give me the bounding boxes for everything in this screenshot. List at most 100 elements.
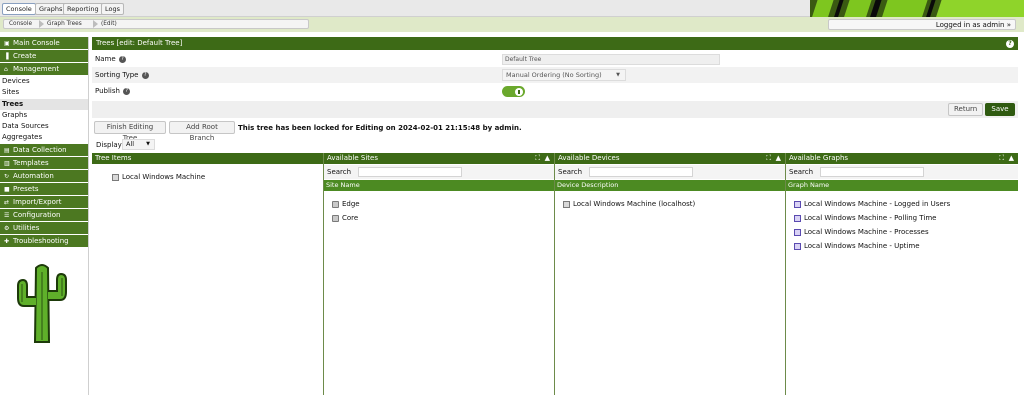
breadcrumb: Console Graph Trees (Edit)	[3, 19, 309, 29]
graphs-search-row: Search	[786, 165, 1018, 179]
sidebar-item-data-sources[interactable]: Data Sources	[0, 121, 88, 132]
expand-collapse-icons[interactable]: ⛶ ▲	[535, 153, 550, 164]
add-root-branch-button[interactable]: Add Root Branch	[169, 121, 235, 142]
graph-icon	[794, 242, 801, 250]
breadcrumb-graph-trees[interactable]: Graph Trees	[47, 21, 82, 27]
sidebar-item-trees[interactable]: Trees	[0, 98, 88, 110]
lock-message: This tree has been locked for Editing on…	[238, 124, 522, 132]
sidebar-section-import-export[interactable]: ⇄ Import/Export	[0, 195, 88, 209]
sidebar-section-label: Main Console	[13, 39, 60, 47]
site-icon	[332, 200, 339, 208]
site-label: Edge	[342, 200, 360, 208]
expand-collapse-icons[interactable]: ⛶ ▲	[766, 153, 781, 164]
publish-row: Publish ?	[92, 83, 1018, 99]
tab-graphs[interactable]: Graphs	[35, 3, 67, 15]
list-item[interactable]: Local Windows Machine - Processes	[786, 225, 1018, 239]
devices-list: Local Windows Machine (localhost)	[555, 197, 785, 211]
sidebar-section-label: Presets	[13, 184, 39, 193]
available-sites-panel: Available Sites ⛶ ▲ Search Site Name Edg…	[324, 153, 555, 395]
tree-item-label: Local Windows Machine	[122, 173, 206, 181]
publish-toggle[interactable]	[502, 86, 525, 97]
medkit-icon: ✚	[4, 237, 10, 245]
sidebar-section-automation[interactable]: ↻ Automation	[0, 169, 88, 183]
sites-list: Edge Core	[324, 197, 554, 225]
gears-icon: ⚙	[4, 224, 10, 232]
sidebar-section-data-collection[interactable]: ▤ Data Collection	[0, 143, 88, 157]
sites-search-label: Search	[327, 168, 352, 176]
tree-name-input[interactable]: Default Tree	[502, 54, 720, 65]
sidebar-section-utilities[interactable]: ⚙ Utilities	[0, 221, 88, 235]
display-value: All	[126, 140, 135, 148]
tree-items-list: Local Windows Machine	[92, 170, 323, 184]
devices-search-row: Search	[555, 165, 785, 179]
tab-logs[interactable]: Logs	[101, 3, 124, 15]
transfer-icon: ⇄	[4, 198, 10, 206]
graphs-search-label: Search	[789, 168, 814, 176]
sidebar-section-create[interactable]: ▐ Create	[0, 50, 88, 63]
sidebar-section-label: Troubleshooting	[13, 236, 69, 245]
sidebar-section-templates[interactable]: ▥ Templates	[0, 156, 88, 170]
publish-label: Publish	[95, 87, 120, 95]
sidebar-section-label: Templates	[13, 158, 49, 167]
graph-icon	[794, 200, 801, 208]
breadcrumb-edit: (Edit)	[101, 21, 117, 27]
sidebar-section-label: Create	[13, 52, 37, 60]
logged-in-user[interactable]: Logged in as admin »	[828, 19, 1016, 30]
devices-search-input[interactable]	[589, 167, 693, 177]
sorting-row: Sorting Type ? Manual Ordering (No Sorti…	[92, 67, 1018, 83]
sidebar-section-management[interactable]: ⌂ Management	[0, 63, 88, 76]
question-icon[interactable]: ?	[141, 71, 149, 79]
sidebar-section-main-console[interactable]: ▣ Main Console	[0, 37, 88, 50]
graph-label: Local Windows Machine - Polling Time	[804, 214, 937, 222]
sorting-type-select[interactable]: Manual Ordering (No Sorting) ▼	[502, 69, 626, 81]
list-item[interactable]: Local Windows Machine - Polling Time	[786, 211, 1018, 225]
sidebar-section-troubleshooting[interactable]: ✚ Troubleshooting	[0, 234, 88, 248]
list-item[interactable]: Core	[324, 211, 554, 225]
list-item[interactable]: Local Windows Machine - Logged in Users	[786, 197, 1018, 211]
sidebar-item-devices[interactable]: Devices	[0, 76, 88, 87]
list-item[interactable]: Local Windows Machine - Uptime	[786, 239, 1018, 253]
sites-title: Available Sites	[327, 154, 378, 162]
question-icon[interactable]: ?	[123, 87, 131, 95]
sidebar-section-configuration[interactable]: ☰ Configuration	[0, 208, 88, 222]
finish-editing-button[interactable]: Finish Editing Tree	[94, 121, 166, 142]
breadcrumb-separator	[93, 20, 98, 28]
expand-collapse-icons[interactable]: ⛶ ▲	[999, 153, 1014, 164]
save-button[interactable]: Save	[985, 103, 1015, 116]
sidebar-section-label: Import/Export	[13, 197, 62, 206]
sidebar-item-graphs[interactable]: Graphs	[0, 110, 88, 121]
top-navigation-bar: Console Graphs Reporting Logs	[0, 0, 1024, 17]
name-row: Name ? Default Tree	[92, 51, 1018, 67]
display-select[interactable]: All ▼	[122, 139, 155, 150]
tab-reporting[interactable]: Reporting	[63, 3, 103, 15]
sidebar-item-aggregates[interactable]: Aggregates	[0, 132, 88, 143]
tab-console[interactable]: Console	[2, 3, 36, 15]
devices-column-header: Device Description	[555, 180, 785, 191]
sidebar: ▣ Main Console ▐ Create ⌂ Management Devices Si…	[0, 37, 89, 395]
help-icon[interactable]: ?	[1006, 40, 1014, 48]
tree-edit-header: Trees [edit: Default Tree] ?	[92, 37, 1018, 50]
list-item[interactable]: Edge	[324, 197, 554, 211]
tree-items-panel: Tree Items Local Windows Machine	[92, 153, 324, 395]
list-item[interactable]: Local Windows Machine (localhost)	[555, 197, 785, 211]
available-graphs-panel: Available Graphs ⛶ ▲ Search Graph Name L…	[786, 153, 1018, 395]
graphs-list: Local Windows Machine - Logged in Users …	[786, 197, 1018, 253]
tree-lock-row: Finish Editing Tree Add Root Branch This…	[92, 121, 1018, 142]
chevron-down-icon: ▼	[146, 141, 150, 147]
home-icon: ▣	[4, 40, 10, 47]
sidebar-section-label: Data Collection	[13, 145, 67, 154]
graphs-search-input[interactable]	[820, 167, 924, 177]
graphs-title: Available Graphs	[789, 154, 849, 162]
sites-search-row: Search	[324, 165, 554, 179]
breadcrumb-console[interactable]: Console	[9, 21, 32, 27]
main-content: Trees [edit: Default Tree] ? Name ? Defa…	[92, 37, 1018, 395]
sidebar-item-sites[interactable]: Sites	[0, 87, 88, 98]
tree-item[interactable]: Local Windows Machine	[104, 170, 323, 184]
sites-search-input[interactable]	[358, 167, 462, 177]
sidebar-section-label: Utilities	[13, 223, 40, 232]
question-icon[interactable]: ?	[118, 55, 126, 63]
return-button[interactable]: Return	[948, 103, 983, 116]
available-devices-panel: Available Devices ⛶ ▲ Search Device Desc…	[555, 153, 786, 395]
site-icon	[332, 214, 339, 222]
sidebar-section-presets[interactable]: ■ Presets	[0, 182, 88, 196]
